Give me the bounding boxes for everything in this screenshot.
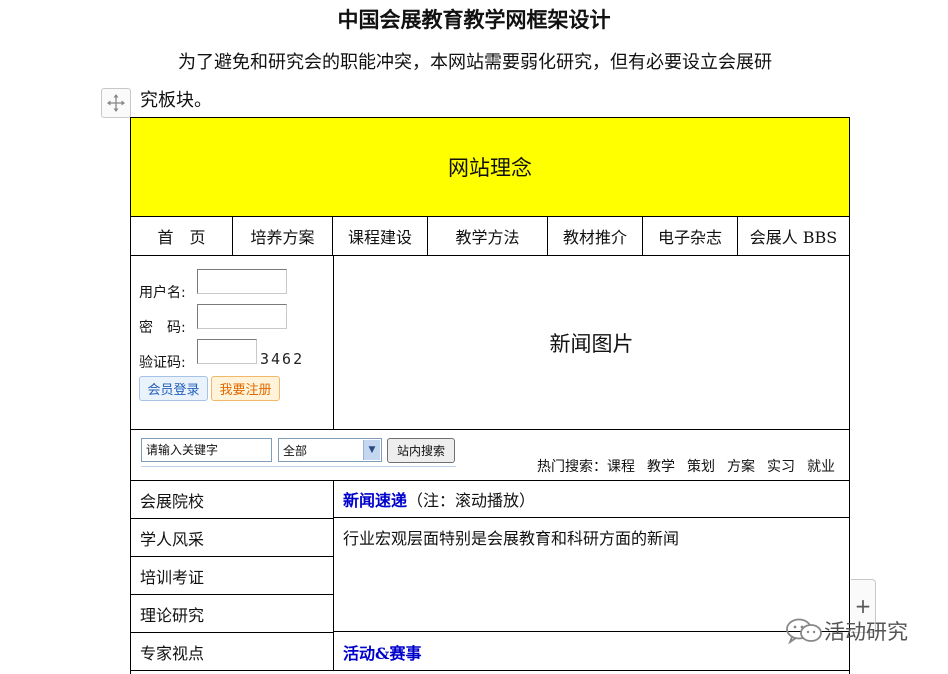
- password-label: 密 码:: [139, 320, 186, 336]
- nav-item-textbooks[interactable]: 教材推介: [548, 217, 643, 255]
- wechat-icon: [786, 618, 822, 645]
- hot-search-item[interactable]: 教学: [647, 459, 675, 475]
- username-input[interactable]: [197, 269, 287, 294]
- hot-search-item[interactable]: 策划: [687, 459, 715, 475]
- left-menu-item-expert-views[interactable]: 专家视点: [131, 633, 333, 671]
- watermark: 活动研究: [784, 616, 908, 646]
- captcha-input[interactable]: [197, 339, 257, 364]
- document-title: 中国会展教育教学网框架设计: [337, 8, 611, 32]
- hot-search-item[interactable]: 课程: [607, 459, 635, 475]
- nav-item-e-magazine[interactable]: 电子杂志: [643, 217, 738, 255]
- left-menu-item-colleges[interactable]: 会展院校: [131, 481, 333, 519]
- login-panel: 用户名: 密 码: 验证码: 3462 会员登录 我要注册: [131, 256, 334, 430]
- news-picture-area: 新闻图片: [334, 256, 849, 430]
- hot-search-label: 热门搜索：: [537, 459, 607, 475]
- events-header: 活动&赛事: [334, 633, 849, 671]
- nav-item-training-plan[interactable]: 培养方案: [233, 217, 333, 255]
- search-scope-value: 全部: [283, 444, 308, 458]
- left-menu-item-scholars[interactable]: 学人风采: [131, 519, 333, 557]
- keyword-search-input[interactable]: 请输入关键字: [141, 438, 272, 462]
- news-flash-header: 新闻速递 （注：滚动播放）: [334, 481, 849, 518]
- register-button[interactable]: 我要注册: [211, 376, 280, 401]
- move-arrows-icon: [107, 94, 125, 112]
- nav-item-course-building[interactable]: 课程建设: [333, 217, 428, 255]
- captcha-code: 3462: [260, 350, 305, 368]
- chevron-down-icon[interactable]: ▼: [363, 440, 380, 460]
- left-menu-item-training-certification[interactable]: 培训考证: [131, 557, 333, 595]
- hot-search: 热门搜索：课程 教学 策划 方案 实习 就业: [537, 456, 835, 476]
- events-heading[interactable]: 活动&赛事: [343, 640, 421, 664]
- search-scope-select[interactable]: 全部 ▼: [278, 438, 382, 462]
- nav-item-home[interactable]: 首 页: [131, 217, 233, 255]
- username-label: 用户名:: [139, 285, 186, 301]
- hot-search-item[interactable]: 就业: [807, 459, 835, 475]
- site-framework-table: 网站理念 首 页 培养方案 课程建设 教学方法 教材推介 电子杂志 会展人 BB…: [130, 117, 850, 674]
- watermark-text: 活动研究: [824, 620, 908, 644]
- intro-text-line-1: 为了避免和研究会的职能冲突，本网站需要弱化研究，但有必要设立会展研: [178, 52, 772, 73]
- search-underline: [141, 466, 456, 467]
- member-login-button[interactable]: 会员登录: [139, 376, 208, 401]
- search-bar: 请输入关键字 全部 ▼ 站内搜索 热门搜索：课程 教学 策划 方案 实习 就业: [131, 430, 849, 481]
- hot-search-item[interactable]: 方案: [727, 459, 755, 475]
- news-flash-body: 行业宏观层面特别是会展教育和科研方面的新闻: [334, 519, 849, 632]
- captcha-label: 验证码:: [139, 355, 186, 371]
- left-menu-item-theory-research[interactable]: 理论研究: [131, 595, 333, 633]
- nav-item-bbs[interactable]: 会展人 BBS: [738, 217, 849, 255]
- hot-search-item[interactable]: 实习: [767, 459, 795, 475]
- nav-bar: 首 页 培养方案 课程建设 教学方法 教材推介 电子杂志 会展人 BBS: [131, 217, 849, 256]
- site-search-button[interactable]: 站内搜索: [387, 438, 455, 463]
- banner-site-concept: 网站理念: [131, 118, 849, 217]
- left-menu: 会展院校 学人风采 培训考证 理论研究 专家视点: [131, 481, 334, 671]
- news-flash-heading[interactable]: 新闻速递: [343, 487, 407, 511]
- nav-item-teaching-methods[interactable]: 教学方法: [428, 217, 548, 255]
- intro-text-line-2: 究板块。: [140, 90, 212, 111]
- password-input[interactable]: [197, 304, 287, 329]
- news-flash-note: （注：滚动播放）: [407, 491, 536, 510]
- table-move-handle[interactable]: [101, 88, 131, 118]
